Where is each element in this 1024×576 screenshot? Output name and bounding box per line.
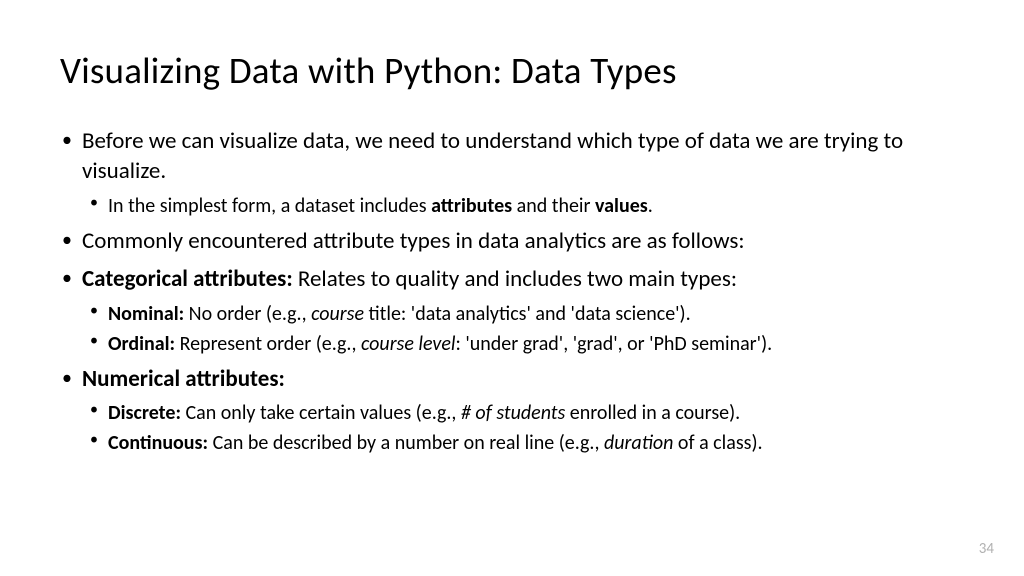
bold-text: Discrete: [108,401,181,425]
text-fragment: Can only take certain values (e.g., [181,401,461,425]
text-fragment: of a class). [673,431,762,455]
text-fragment: : 'under grad', 'grad', or 'PhD seminar'… [455,332,772,356]
bold-text: Numerical attributes: [82,365,285,393]
bullet-text: Commonly encountered attribute types in … [82,227,745,255]
bold-text: Ordinal: [108,332,175,356]
bullet-subitem: Nominal: No order (e.g., course title: '… [82,301,964,327]
text-fragment: Represent order (e.g., [175,332,361,356]
bullet-text: Before we can visualize data, we need to… [82,127,903,185]
bullet-list-sub: Nominal: No order (e.g., course title: '… [82,301,964,357]
italic-text: course level [361,332,455,356]
page-number: 34 [979,540,994,558]
text-fragment: No order (e.g., [184,302,311,326]
text-fragment: enrolled in a course). [565,401,740,425]
text-fragment: title: 'data analytics' and 'data scienc… [364,302,691,326]
text-fragment: In the simplest form, a dataset includes [108,194,431,218]
text-fragment: Can be described by a number on real lin… [208,431,604,455]
bullet-item: Numerical attributes: Discrete: Can only… [60,365,964,457]
bullet-subitem: Ordinal: Represent order (e.g., course l… [82,331,964,357]
text-fragment: and their [512,194,595,218]
bold-text: attributes [431,194,512,218]
page-title: Visualizing Data with Python: Data Types [60,48,964,93]
bold-text: Nominal: [108,302,184,326]
text-fragment: Relates to quality and includes two main… [293,265,737,293]
bullet-list-sub: In the simplest form, a dataset includes… [82,193,964,219]
bold-text: values [595,194,648,218]
bold-text: Categorical attributes: [82,265,293,293]
italic-text: # of students [461,401,565,425]
bullet-item: Commonly encountered attribute types in … [60,227,964,257]
italic-text: duration [604,431,673,455]
bullet-list-main: Before we can visualize data, we need to… [60,127,964,456]
bullet-subitem: In the simplest form, a dataset includes… [82,193,964,219]
text-fragment: . [648,194,653,218]
bullet-item: Before we can visualize data, we need to… [60,127,964,219]
bullet-subitem: Discrete: Can only take certain values (… [82,400,964,426]
bold-text: Continuous: [108,431,208,455]
bullet-subitem: Continuous: Can be described by a number… [82,430,964,456]
bullet-item: Categorical attributes: Relates to quali… [60,265,964,357]
bullet-list-sub: Discrete: Can only take certain values (… [82,400,964,456]
italic-text: course [311,302,364,326]
